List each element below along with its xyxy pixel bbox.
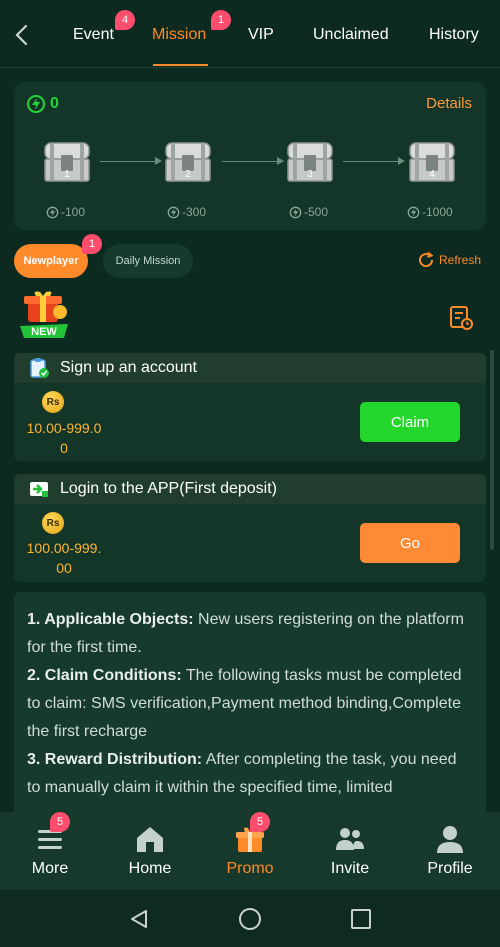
reward-amount-line: 0 bbox=[60, 440, 68, 456]
rupee-coin-icon: Rs bbox=[42, 391, 64, 413]
progress-arrow bbox=[100, 157, 162, 165]
nav-profile[interactable]: Profile bbox=[400, 812, 500, 890]
home-icon bbox=[137, 827, 163, 852]
energy-icon bbox=[46, 206, 59, 218]
system-navigation-bar bbox=[0, 890, 500, 947]
nav-invite[interactable]: Invite bbox=[300, 812, 400, 890]
record-icon[interactable] bbox=[449, 305, 473, 331]
chest-number: 1 bbox=[64, 169, 70, 180]
rules-text: 1. Applicable Objects: New users registe… bbox=[14, 592, 486, 812]
people-icon bbox=[336, 828, 364, 850]
rule-heading: 2. Claim Conditions: bbox=[27, 667, 182, 684]
chest-number: 2 bbox=[185, 169, 191, 180]
reward-amount-line: 00 bbox=[56, 560, 72, 576]
requirement-value: -1000 bbox=[422, 205, 453, 219]
top-navigation: Event 4 Mission 1 VIP Unclaimed History bbox=[0, 0, 500, 68]
progress-arrow bbox=[343, 157, 405, 165]
go-button[interactable]: Go bbox=[360, 523, 460, 563]
treasure-chest-icon[interactable]: 1 bbox=[42, 141, 92, 183]
new-label: NEW bbox=[31, 326, 57, 338]
energy-icon bbox=[289, 206, 302, 218]
energy-value: 0 bbox=[50, 95, 59, 112]
rule-heading: 3. Reward Distribution: bbox=[27, 751, 203, 768]
rule-item: 3. Reward Distribution: After completing… bbox=[27, 746, 474, 802]
system-back-icon[interactable] bbox=[128, 908, 150, 930]
profile-icon bbox=[437, 826, 463, 853]
rule-item: 2. Claim Conditions: The following tasks… bbox=[27, 662, 474, 746]
reward-amount-line: 10.00-999.0 bbox=[26, 420, 102, 436]
tab-mission[interactable]: Mission bbox=[152, 26, 206, 44]
treasure-chest-icon[interactable]: 3 bbox=[285, 141, 335, 183]
active-tab-indicator bbox=[153, 64, 208, 66]
tab-unclaimed[interactable]: Unclaimed bbox=[313, 26, 389, 44]
newplayer-badge: 1 bbox=[82, 234, 102, 254]
refresh-button[interactable]: Refresh bbox=[417, 251, 481, 269]
energy-icon bbox=[167, 206, 180, 218]
requirement-value: -300 bbox=[182, 205, 207, 219]
event-badge: 4 bbox=[115, 10, 135, 30]
requirement-value: -500 bbox=[304, 205, 329, 219]
reward-amount-line: 100.00-999. bbox=[26, 540, 102, 556]
nav-label: Invite bbox=[330, 860, 370, 877]
rupee-coin-icon: Rs bbox=[42, 512, 64, 534]
rule-heading: 1. Applicable Objects: bbox=[27, 611, 194, 628]
app-login-icon bbox=[30, 482, 48, 497]
more-badge: 5 bbox=[50, 812, 70, 832]
chest-number: 3 bbox=[307, 169, 313, 180]
back-arrow-icon[interactable] bbox=[10, 22, 34, 48]
treasure-chest-icon[interactable]: 4 bbox=[407, 141, 457, 183]
details-link[interactable]: Details bbox=[426, 95, 472, 112]
reward-amount: 10.00-999.0 0 bbox=[12, 418, 116, 458]
chest-requirement: -100 bbox=[46, 205, 85, 219]
progress-arrow bbox=[222, 157, 284, 165]
energy-icon bbox=[27, 95, 45, 113]
tab-history[interactable]: History bbox=[429, 26, 479, 44]
task-title: Sign up an account bbox=[60, 359, 197, 376]
chest-requirement: -1000 bbox=[407, 205, 453, 219]
mission-badge: 1 bbox=[211, 10, 231, 30]
task-header: Sign up an account bbox=[14, 353, 486, 383]
refresh-label: Refresh bbox=[439, 253, 482, 267]
scrollbar[interactable] bbox=[490, 350, 494, 550]
promo-badge: 5 bbox=[250, 812, 270, 832]
nav-label: Promo bbox=[226, 860, 274, 877]
chest-number: 4 bbox=[429, 169, 435, 180]
tab-vip[interactable]: VIP bbox=[248, 26, 274, 44]
refresh-icon bbox=[419, 251, 434, 268]
nav-label: Home bbox=[128, 860, 172, 877]
task-header: Login to the APP(First deposit) bbox=[14, 474, 486, 504]
nav-home[interactable]: Home bbox=[100, 812, 200, 890]
nav-label: More bbox=[31, 860, 69, 877]
energy-counter: 0 bbox=[26, 94, 59, 114]
energy-icon bbox=[407, 206, 420, 218]
tab-event[interactable]: Event bbox=[73, 26, 114, 44]
claim-button[interactable]: Claim bbox=[360, 402, 460, 442]
system-recents-icon[interactable] bbox=[350, 908, 372, 930]
new-gift-icon: NEW bbox=[20, 291, 68, 338]
bottom-navigation: More 5 Home Promo 5 Invite Profile bbox=[0, 812, 500, 890]
tab-newplayer[interactable]: Newplayer bbox=[14, 244, 88, 278]
nav-label: Profile bbox=[427, 860, 473, 877]
treasure-chest-icon[interactable]: 2 bbox=[163, 141, 213, 183]
system-home-icon[interactable] bbox=[238, 907, 262, 931]
chest-requirement: -300 bbox=[167, 205, 206, 219]
reward-amount: 100.00-999. 00 bbox=[12, 538, 116, 578]
requirement-value: -100 bbox=[61, 205, 86, 219]
clipboard-icon bbox=[30, 358, 49, 378]
chest-requirement: -500 bbox=[289, 205, 328, 219]
tab-daily-mission[interactable]: Daily Mission bbox=[103, 244, 193, 278]
task-title: Login to the APP(First deposit) bbox=[60, 480, 277, 497]
rule-item: 1. Applicable Objects: New users registe… bbox=[27, 606, 474, 662]
